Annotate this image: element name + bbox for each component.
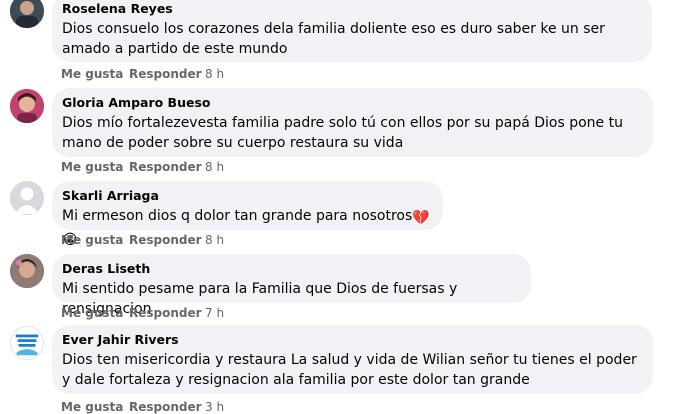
profile-photo-icon [10, 0, 44, 28]
profile-photo-icon [10, 254, 44, 288]
default-avatar-icon [10, 181, 44, 215]
avatar[interactable] [10, 89, 44, 123]
comment-author[interactable]: Ever Jahir Rivers [62, 332, 641, 348]
avatar[interactable] [10, 0, 44, 28]
profile-photo-icon [10, 89, 44, 123]
reply-button[interactable]: Responder [129, 67, 202, 81]
avatar[interactable] [10, 326, 44, 360]
comment-bubble: Roselena Reyes Dios consuelo los corazon… [52, 0, 652, 62]
reply-button[interactable]: Responder [129, 306, 202, 320]
comment-timestamp[interactable]: 8 h [205, 67, 224, 81]
comment-timestamp[interactable]: 8 h [205, 160, 224, 174]
like-button[interactable]: Me gusta [61, 67, 123, 81]
comment-text-body: Mi ermeson dios q dolor tan grande para … [62, 208, 413, 224]
like-button[interactable]: Me gusta [61, 160, 123, 174]
like-button[interactable]: Me gusta [61, 306, 123, 320]
avatar[interactable] [10, 181, 44, 215]
reply-button[interactable]: Responder [129, 233, 202, 247]
comment-bubble: Skarli Arriaga Mi ermeson dios q dolor t… [52, 181, 443, 248]
comment-text: Dios mío fortalezevesta familia padre so… [62, 115, 623, 151]
comment-author[interactable]: Deras Liseth [62, 261, 519, 277]
logo-icon [11, 327, 43, 359]
comment-author[interactable]: Gloria Amparo Bueso [62, 95, 641, 111]
comment-bubble: Deras Liseth Mi sentido pesame para la F… [52, 254, 531, 317]
comment-author[interactable]: Skarli Arriaga [62, 188, 431, 204]
comment-author[interactable]: Roselena Reyes [62, 1, 640, 17]
reply-button[interactable]: Responder [129, 160, 202, 174]
like-button[interactable]: Me gusta [61, 233, 123, 247]
comment-text: Dios consuelo los corazones dela familia… [62, 21, 605, 57]
comment-bubble: Ever Jahir Rivers Dios ten misericordia … [52, 325, 653, 394]
broken-heart-icon: 💔 [412, 210, 430, 226]
comment-bubble: Gloria Amparo Bueso Dios mío fortalezeve… [52, 88, 653, 157]
avatar[interactable] [10, 254, 44, 288]
comment-text: Dios ten misericordia y restaura La salu… [62, 352, 637, 388]
comment-timestamp[interactable]: 8 h [205, 233, 224, 247]
comment-timestamp[interactable]: 7 h [205, 306, 224, 320]
